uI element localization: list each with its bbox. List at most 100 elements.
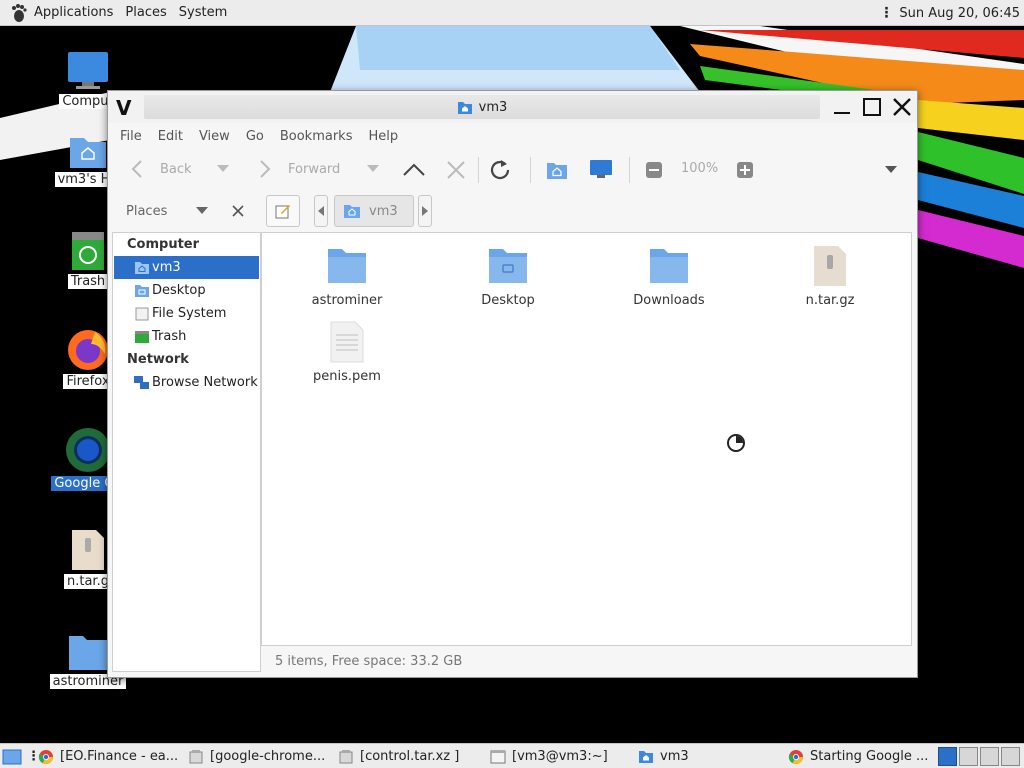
- back-history-button[interactable]: [216, 164, 230, 174]
- edit-location-button[interactable]: [266, 195, 300, 227]
- workspace-1[interactable]: [938, 747, 957, 766]
- trash-icon: [72, 232, 104, 270]
- home-folder-icon: [638, 749, 654, 765]
- home-folder-icon: [547, 163, 567, 179]
- workspace-4[interactable]: [1001, 747, 1020, 766]
- show-desktop-button[interactable]: [2, 744, 22, 768]
- desktop-icon-label: n.tar.g: [64, 574, 112, 589]
- file-item-desktop[interactable]: Desktop: [453, 245, 563, 308]
- stop-button[interactable]: [446, 160, 466, 180]
- archive-manager-icon: [188, 749, 204, 765]
- sidebar-item-vm3[interactable]: vm3: [114, 256, 259, 279]
- sidebar-item-label: vm3: [152, 260, 181, 275]
- zoom-out-icon: [646, 162, 662, 178]
- task-item-starting-chrome[interactable]: Starting Google ...: [788, 744, 934, 768]
- sidebar-item-browse-network[interactable]: Browse Network: [114, 371, 259, 394]
- chevron-left-icon: [318, 206, 324, 216]
- task-item-terminal[interactable]: [vm3@vm3:~]: [490, 744, 636, 768]
- archive-icon: [72, 530, 104, 570]
- workspace-2[interactable]: [959, 747, 978, 766]
- zoom-level[interactable]: 100%: [681, 161, 718, 176]
- window-titlebar[interactable]: V vm3: [108, 91, 917, 123]
- file-name: n.tar.gz: [805, 293, 855, 308]
- window-menu-icon[interactable]: V: [116, 96, 138, 120]
- file-name: Downloads: [633, 293, 705, 308]
- task-label: [google-chrome...: [210, 749, 326, 764]
- window-title-bar[interactable]: vm3: [144, 95, 820, 119]
- status-bar: 5 items, Free space: 33.2 GB: [261, 649, 912, 673]
- firefox-icon: [68, 330, 108, 370]
- minimize-button[interactable]: [830, 95, 854, 119]
- desktop-icon-label: Trash: [67, 274, 109, 289]
- menu-edit[interactable]: Edit: [150, 129, 191, 144]
- up-button[interactable]: [402, 160, 426, 180]
- computer-button[interactable]: [589, 159, 613, 181]
- file-item-n-tar-gz[interactable]: n.tar.gz: [775, 245, 885, 308]
- maximize-icon: [863, 98, 881, 116]
- places-menu-label: Places: [125, 5, 167, 20]
- file-manager-window: V vm3 File Edit View Go Bookmarks Help B…: [107, 90, 918, 678]
- home-folder-icon: [70, 138, 106, 168]
- toolbar-overflow-button[interactable]: [884, 165, 898, 175]
- sidebar-item-label: Desktop: [152, 283, 206, 298]
- home-folder-icon: [134, 260, 150, 276]
- file-item-downloads[interactable]: Downloads: [614, 245, 724, 308]
- places-menu[interactable]: Places: [121, 0, 174, 26]
- pencil-icon: [275, 205, 290, 219]
- places-sidebar: Computer vm3 Desktop File System Trash N: [112, 232, 261, 672]
- task-item-google-chrome-archive[interactable]: [google-chrome...: [188, 744, 336, 768]
- back-button[interactable]: Back: [130, 159, 192, 179]
- sidebar-heading-network: Network: [127, 352, 189, 367]
- terminal-icon: [490, 749, 506, 765]
- trash-icon: [134, 329, 150, 345]
- breadcrumb-label: vm3: [369, 203, 398, 219]
- reload-button[interactable]: [488, 158, 512, 182]
- reload-icon: [490, 160, 510, 180]
- task-item-control-tar[interactable]: [control.tar.xz ]: [338, 744, 486, 768]
- archive-manager-icon: [338, 749, 354, 765]
- menu-help[interactable]: Help: [360, 129, 406, 144]
- close-sidebar-icon[interactable]: [232, 205, 244, 217]
- breadcrumb-vm3[interactable]: vm3: [334, 195, 414, 227]
- gnome-foot-icon: [12, 3, 27, 22]
- workspace-3[interactable]: [980, 747, 999, 766]
- close-button[interactable]: [890, 95, 914, 119]
- chevron-down-icon: [885, 166, 897, 173]
- sidebar-item-label: Trash: [152, 329, 187, 344]
- home-folder-icon: [344, 205, 360, 218]
- zoom-out-button[interactable]: [646, 162, 662, 178]
- task-item-vm3[interactable]: vm3: [638, 744, 784, 768]
- sidebar-selector[interactable]: Places: [112, 197, 260, 225]
- chevron-right-icon: [422, 206, 428, 216]
- home-button[interactable]: [546, 159, 568, 181]
- system-menu[interactable]: System: [175, 0, 235, 26]
- clock[interactable]: ⋮ Sun Aug 20, 06:45: [879, 0, 1024, 26]
- menu-file[interactable]: File: [112, 129, 150, 144]
- file-view[interactable]: astrominer Desktop Downloads n.tar.gz pe…: [261, 232, 912, 646]
- forward-button[interactable]: Forward: [258, 159, 340, 179]
- forward-history-button[interactable]: [366, 164, 380, 174]
- chevron-down-icon: [367, 165, 379, 172]
- file-item-astrominer[interactable]: astrominer: [292, 245, 402, 308]
- sidebar-item-desktop[interactable]: Desktop: [114, 279, 259, 302]
- desktop-icon-label: Firefox: [63, 374, 113, 389]
- back-label: Back: [160, 161, 192, 177]
- folder-icon: [650, 249, 688, 283]
- breadcrumb-scroll-left[interactable]: [314, 195, 328, 227]
- zoom-in-button[interactable]: [737, 162, 753, 178]
- file-item-penis-pem[interactable]: penis.pem: [292, 321, 402, 384]
- close-icon: [893, 98, 911, 116]
- menu-view[interactable]: View: [191, 129, 238, 144]
- folder-icon: [328, 249, 366, 283]
- menu-bookmarks[interactable]: Bookmarks: [272, 129, 361, 144]
- chevron-down-icon: [217, 165, 229, 172]
- sidebar-item-trash[interactable]: Trash: [114, 325, 259, 348]
- taskbar: ⋮ [EO.Finance - ea... [google-chrome... …: [0, 743, 1024, 768]
- status-text: 5 items, Free space: 33.2 GB: [275, 653, 463, 669]
- maximize-button[interactable]: [860, 95, 884, 119]
- sidebar-item-file-system[interactable]: File System: [114, 302, 259, 325]
- breadcrumb-scroll-right[interactable]: [418, 195, 432, 227]
- menu-go[interactable]: Go: [238, 129, 272, 144]
- task-item-eo-finance[interactable]: [EO.Finance - ea...: [38, 744, 184, 768]
- applications-menu[interactable]: Applications: [0, 0, 121, 26]
